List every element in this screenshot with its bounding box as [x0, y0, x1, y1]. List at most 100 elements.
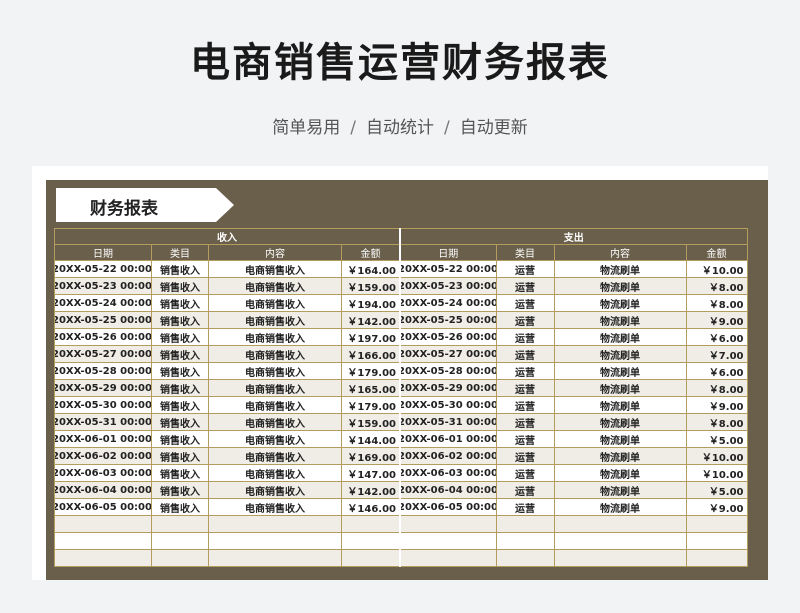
expense-category-cell[interactable]: [495, 549, 555, 567]
expense-content-cell[interactable]: 物流刷单: [553, 447, 687, 465]
income-category-cell[interactable]: 销售收入: [151, 277, 209, 295]
income-category-cell[interactable]: 销售收入: [151, 413, 209, 431]
income-date-cell[interactable]: 20XX-05-22 00:00:00: [54, 260, 152, 278]
income-date-cell[interactable]: 20XX-05-23 00:00:00: [54, 277, 152, 295]
expense-amount-cell[interactable]: ￥5.00: [685, 430, 748, 448]
expense-date-cell[interactable]: 20XX-06-02 00:00:00: [399, 447, 497, 465]
income-category-cell[interactable]: 销售收入: [151, 311, 209, 329]
expense-amount-cell[interactable]: ￥8.00: [685, 379, 748, 397]
expense-content-cell[interactable]: 物流刷单: [553, 396, 687, 414]
income-amount-cell[interactable]: ￥142.00: [341, 481, 400, 499]
expense-date-cell[interactable]: 20XX-05-31 00:00:00: [399, 413, 497, 431]
expense-amount-cell[interactable]: ￥9.00: [685, 498, 748, 516]
expense-content-cell[interactable]: 物流刷单: [553, 328, 687, 346]
income-category-cell[interactable]: 销售收入: [151, 498, 209, 516]
expense-date-cell[interactable]: 20XX-05-29 00:00:00: [399, 379, 497, 397]
income-category-cell[interactable]: 销售收入: [151, 362, 209, 380]
income-amount-cell[interactable]: ￥146.00: [341, 498, 400, 516]
income-category-cell[interactable]: [151, 532, 209, 550]
income-category-cell[interactable]: 销售收入: [151, 294, 209, 312]
expense-date-cell[interactable]: [399, 532, 497, 550]
income-date-cell[interactable]: 20XX-05-25 00:00:00: [54, 311, 152, 329]
expense-category-cell[interactable]: 运营: [495, 294, 555, 312]
expense-content-cell[interactable]: [553, 515, 687, 533]
expense-amount-cell[interactable]: [685, 532, 748, 550]
income-date-cell[interactable]: 20XX-05-30 00:00:00: [54, 396, 152, 414]
income-content-cell[interactable]: 电商销售收入: [208, 260, 342, 278]
income-date-cell[interactable]: 20XX-05-29 00:00:00: [54, 379, 152, 397]
expense-content-cell[interactable]: 物流刷单: [553, 498, 687, 516]
expense-category-cell[interactable]: 运营: [495, 464, 555, 482]
expense-amount-cell[interactable]: ￥8.00: [685, 294, 748, 312]
expense-amount-cell[interactable]: ￥10.00: [685, 464, 748, 482]
expense-date-cell[interactable]: 20XX-05-30 00:00:00: [399, 396, 497, 414]
income-content-cell[interactable]: 电商销售收入: [208, 481, 342, 499]
expense-date-cell[interactable]: 20XX-05-22 00:00:00: [399, 260, 497, 278]
expense-category-cell[interactable]: 运营: [495, 345, 555, 363]
income-date-cell[interactable]: [54, 532, 152, 550]
income-amount-cell[interactable]: ￥194.00: [341, 294, 400, 312]
income-content-cell[interactable]: 电商销售收入: [208, 294, 342, 312]
income-date-cell[interactable]: 20XX-06-02 00:00:00: [54, 447, 152, 465]
income-content-cell[interactable]: [208, 549, 342, 567]
income-date-cell[interactable]: 20XX-05-27 00:00:00: [54, 345, 152, 363]
income-amount-cell[interactable]: ￥179.00: [341, 396, 400, 414]
expense-content-cell[interactable]: 物流刷单: [553, 260, 687, 278]
expense-date-cell[interactable]: 20XX-06-03 00:00:00: [399, 464, 497, 482]
expense-date-cell[interactable]: [399, 549, 497, 567]
expense-amount-cell[interactable]: ￥8.00: [685, 277, 748, 295]
income-date-cell[interactable]: [54, 549, 152, 567]
income-amount-cell[interactable]: ￥197.00: [341, 328, 400, 346]
expense-category-cell[interactable]: 运营: [495, 277, 555, 295]
expense-date-cell[interactable]: 20XX-05-28 00:00:00: [399, 362, 497, 380]
income-amount-cell[interactable]: [341, 532, 400, 550]
expense-amount-cell[interactable]: [685, 515, 748, 533]
income-category-cell[interactable]: 销售收入: [151, 260, 209, 278]
expense-category-cell[interactable]: 运营: [495, 481, 555, 499]
expense-content-cell[interactable]: 物流刷单: [553, 379, 687, 397]
expense-content-cell[interactable]: [553, 549, 687, 567]
expense-date-cell[interactable]: [399, 515, 497, 533]
expense-amount-cell[interactable]: ￥8.00: [685, 413, 748, 431]
expense-category-cell[interactable]: 运营: [495, 447, 555, 465]
income-amount-cell[interactable]: ￥164.00: [341, 260, 400, 278]
expense-category-cell[interactable]: 运营: [495, 328, 555, 346]
income-amount-cell[interactable]: ￥166.00: [341, 345, 400, 363]
expense-content-cell[interactable]: 物流刷单: [553, 294, 687, 312]
income-date-cell[interactable]: 20XX-06-05 00:00:00: [54, 498, 152, 516]
expense-date-cell[interactable]: 20XX-06-04 00:00:00: [399, 481, 497, 499]
expense-content-cell[interactable]: 物流刷单: [553, 413, 687, 431]
expense-date-cell[interactable]: 20XX-06-05 00:00:00: [399, 498, 497, 516]
income-category-cell[interactable]: 销售收入: [151, 430, 209, 448]
income-content-cell[interactable]: 电商销售收入: [208, 396, 342, 414]
income-amount-cell[interactable]: ￥159.00: [341, 413, 400, 431]
income-content-cell[interactable]: 电商销售收入: [208, 413, 342, 431]
income-content-cell[interactable]: 电商销售收入: [208, 362, 342, 380]
income-category-cell[interactable]: 销售收入: [151, 396, 209, 414]
income-date-cell[interactable]: 20XX-05-24 00:00:00: [54, 294, 152, 312]
expense-amount-cell[interactable]: ￥6.00: [685, 362, 748, 380]
income-date-cell[interactable]: 20XX-06-04 00:00:00: [54, 481, 152, 499]
income-amount-cell[interactable]: [341, 515, 400, 533]
income-content-cell[interactable]: 电商销售收入: [208, 328, 342, 346]
income-content-cell[interactable]: 电商销售收入: [208, 345, 342, 363]
expense-content-cell[interactable]: [553, 532, 687, 550]
expense-content-cell[interactable]: 物流刷单: [553, 481, 687, 499]
expense-category-cell[interactable]: 运营: [495, 498, 555, 516]
income-content-cell[interactable]: 电商销售收入: [208, 430, 342, 448]
expense-content-cell[interactable]: 物流刷单: [553, 345, 687, 363]
expense-amount-cell[interactable]: ￥7.00: [685, 345, 748, 363]
income-category-cell[interactable]: 销售收入: [151, 379, 209, 397]
income-content-cell[interactable]: 电商销售收入: [208, 379, 342, 397]
income-amount-cell[interactable]: ￥142.00: [341, 311, 400, 329]
expense-amount-cell[interactable]: ￥10.00: [685, 260, 748, 278]
expense-date-cell[interactable]: 20XX-05-24 00:00:00: [399, 294, 497, 312]
expense-date-cell[interactable]: 20XX-05-27 00:00:00: [399, 345, 497, 363]
expense-content-cell[interactable]: 物流刷单: [553, 311, 687, 329]
expense-category-cell[interactable]: [495, 532, 555, 550]
income-content-cell[interactable]: [208, 515, 342, 533]
income-date-cell[interactable]: 20XX-05-28 00:00:00: [54, 362, 152, 380]
income-content-cell[interactable]: [208, 532, 342, 550]
expense-content-cell[interactable]: 物流刷单: [553, 277, 687, 295]
expense-amount-cell[interactable]: ￥9.00: [685, 311, 748, 329]
